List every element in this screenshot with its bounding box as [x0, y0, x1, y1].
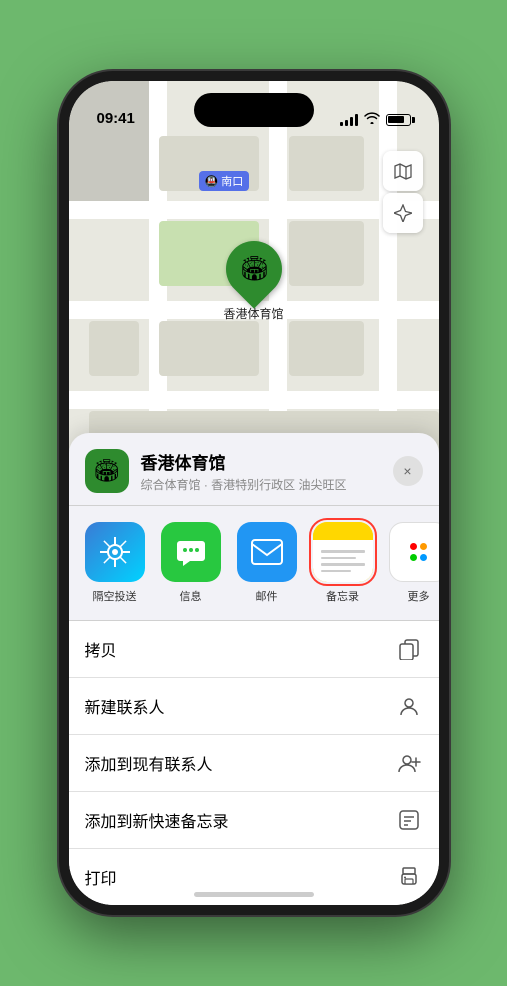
menu-item-quick-note[interactable]: 添加到新快速备忘录	[69, 792, 439, 849]
status-time: 09:41	[97, 110, 135, 129]
phone-screen: 09:41	[69, 81, 439, 905]
signal-icon	[340, 114, 358, 126]
battery-icon	[386, 114, 411, 126]
more-icon	[389, 522, 439, 582]
person-icon	[395, 692, 423, 720]
stadium-icon: 🏟	[238, 255, 268, 284]
print-label: 打印	[85, 865, 117, 889]
airdrop-icon	[85, 522, 145, 582]
share-item-notes[interactable]: 备忘录	[309, 522, 377, 604]
map-controls	[383, 151, 423, 233]
status-icons	[340, 112, 411, 129]
venue-info: 香港体育馆 综合体育馆 · 香港特别行政区 油尖旺区	[141, 449, 393, 493]
share-item-more[interactable]: 更多	[385, 522, 439, 604]
person-add-icon	[395, 749, 423, 777]
more-label: 更多	[408, 588, 430, 604]
station-icon: 🚇	[205, 175, 219, 188]
add-existing-label: 添加到现有联系人	[85, 751, 213, 775]
menu-item-add-existing[interactable]: 添加到现有联系人	[69, 735, 439, 792]
new-contact-label: 新建联系人	[85, 694, 165, 718]
menu-item-copy[interactable]: 拷贝	[69, 621, 439, 678]
venue-icon: 🏟	[85, 449, 129, 493]
print-icon	[395, 863, 423, 891]
venue-subtitle: 综合体育馆 · 香港特别行政区 油尖旺区	[141, 476, 393, 493]
copy-icon	[395, 635, 423, 663]
notes-label: 备忘录	[326, 588, 359, 604]
share-row: 隔空投送 信息	[69, 506, 439, 621]
note-icon	[395, 806, 423, 834]
share-item-mail[interactable]: 邮件	[233, 522, 301, 604]
phone-frame: 09:41	[59, 71, 449, 915]
copy-label: 拷贝	[85, 637, 117, 661]
stadium-pin[interactable]: 🏟 香港体育馆	[223, 241, 283, 322]
quick-note-label: 添加到新快速备忘录	[85, 808, 229, 832]
venue-name: 香港体育馆	[141, 449, 393, 474]
pin-background: 🏟	[214, 229, 293, 308]
share-item-messages[interactable]: 信息	[157, 522, 225, 604]
menu-list: 拷贝 新建联系人	[69, 621, 439, 905]
mail-label: 邮件	[256, 588, 278, 604]
airdrop-label: 隔空投送	[93, 588, 137, 604]
wifi-icon	[364, 112, 380, 127]
location-button[interactable]	[383, 193, 423, 233]
mail-icon	[237, 522, 297, 582]
map-style-button[interactable]	[383, 151, 423, 191]
share-item-airdrop[interactable]: 隔空投送	[81, 522, 149, 604]
messages-label: 信息	[180, 588, 202, 604]
messages-icon	[161, 522, 221, 582]
sheet-header: 🏟 香港体育馆 综合体育馆 · 香港特别行政区 油尖旺区 ×	[69, 449, 439, 506]
dynamic-island	[194, 93, 314, 127]
station-name: 南口	[221, 173, 243, 189]
home-indicator	[194, 892, 314, 897]
bottom-sheet: 🏟 香港体育馆 综合体育馆 · 香港特别行政区 油尖旺区 ×	[69, 433, 439, 905]
menu-item-new-contact[interactable]: 新建联系人	[69, 678, 439, 735]
close-button[interactable]: ×	[393, 456, 423, 486]
notes-icon	[313, 522, 373, 582]
map-station-label: 🚇 南口	[199, 171, 250, 191]
